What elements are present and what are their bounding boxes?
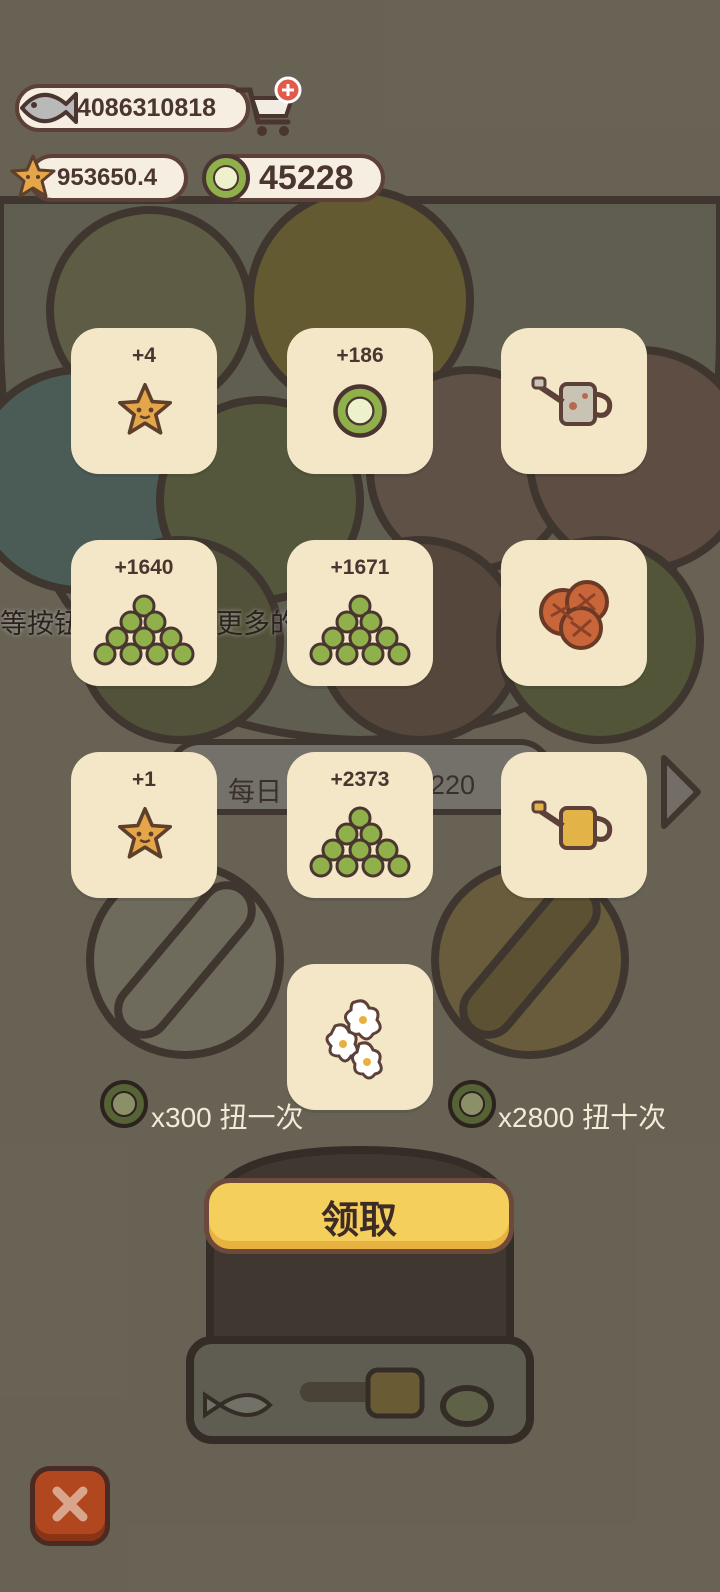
close-icon [52, 1486, 88, 1522]
claim-button[interactable]: 领取 [204, 1178, 514, 1254]
claim-button-label: 领取 [320, 1199, 397, 1242]
bread-icon [539, 580, 609, 650]
star-icon [118, 807, 172, 859]
reward-tile: +186 [287, 328, 433, 474]
reward-amount: +1 [132, 768, 156, 791]
coin-icon [100, 1080, 148, 1128]
coin-pile-icon [309, 806, 411, 878]
reward-amount: +1640 [114, 556, 174, 579]
daily-label-prefix: 每日 [228, 777, 282, 807]
coin-icon [448, 1080, 496, 1128]
star-amount: 953650.4 [57, 164, 158, 191]
reward-tile: +2373 [287, 752, 433, 898]
reward-amount: +1671 [330, 556, 390, 579]
flowers-icon [325, 999, 383, 1080]
coin-pile-icon [93, 594, 195, 666]
star-icon [10, 154, 56, 198]
reward-tile: +1640 [71, 540, 217, 686]
shop-cart-icon[interactable] [232, 76, 304, 142]
daily-label-suffix: 220 [430, 770, 476, 800]
reward-tile: +1 [71, 752, 217, 898]
coin-amount: 45228 [259, 158, 354, 197]
reward-tile [501, 328, 647, 474]
coin-icon [202, 154, 250, 202]
reward-amount: +4 [132, 344, 156, 367]
reward-amount: +2373 [330, 768, 390, 791]
fish-amount: 4086310818 [77, 93, 217, 122]
star-icon [118, 383, 172, 435]
coin-icon [333, 384, 387, 438]
reward-tile: +4 [71, 328, 217, 474]
gold-watering-can-icon [531, 800, 613, 850]
reward-tile [501, 752, 647, 898]
watering-can-icon [531, 376, 613, 426]
ten-spin-label[interactable]: x2800 扭十次 [498, 1096, 666, 1136]
coin-pile-icon [309, 594, 411, 666]
reward-tile: +1671 [287, 540, 433, 686]
reward-amount: +186 [336, 344, 384, 367]
reward-tile [501, 540, 647, 686]
fish-icon [20, 92, 78, 124]
close-button[interactable] [30, 1466, 110, 1546]
reward-tile [287, 964, 433, 1110]
single-spin-label[interactable]: x300 扭一次 [151, 1096, 304, 1136]
